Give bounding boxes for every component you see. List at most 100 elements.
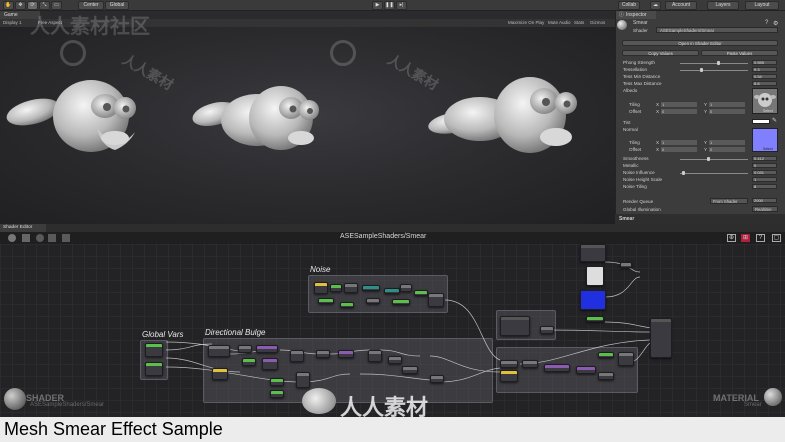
graph-node[interactable] [238, 345, 252, 353]
normal-tiling-x[interactable]: 1 [661, 140, 697, 145]
albedo-tiling-x[interactable]: 1 [661, 102, 697, 107]
help-icon[interactable]: ? [765, 20, 768, 26]
prop-value-0[interactable]: 0.555 [752, 60, 777, 65]
shader-dropdown[interactable]: ASESampleShaders/Smear [656, 27, 778, 33]
graph-node[interactable] [145, 362, 163, 376]
scale-tool-icon[interactable]: ⤡ [39, 1, 50, 10]
prop-value-3[interactable]: 8.8 [752, 81, 777, 86]
graph-node[interactable] [338, 350, 354, 358]
prop2-slider-0[interactable] [680, 159, 748, 160]
prop2-value-2[interactable]: 0.031 [752, 170, 777, 175]
account-dropdown[interactable]: Account [665, 1, 697, 10]
prop2-slider-2[interactable] [680, 173, 748, 174]
step-button[interactable]: ▸| [396, 1, 407, 10]
graph-node[interactable] [598, 372, 614, 380]
gizmos-dropdown[interactable]: Gizmos [590, 19, 605, 27]
graph-node[interactable] [650, 318, 672, 358]
normal-offset-x[interactable]: 0 [661, 147, 697, 152]
graph-node[interactable] [262, 358, 278, 370]
paste-values-button[interactable]: Paste Values [701, 50, 778, 56]
graph-node[interactable] [314, 282, 328, 294]
graph-node[interactable] [414, 290, 428, 296]
prop2-value-4[interactable]: 8 [752, 184, 777, 189]
graph-node[interactable] [242, 358, 256, 366]
graph-node[interactable] [270, 390, 284, 398]
eyedropper-icon[interactable]: ✎ [772, 117, 777, 124]
graph-node[interactable] [618, 352, 634, 366]
graph-node[interactable] [430, 375, 444, 383]
graph-node[interactable] [344, 283, 358, 293]
render-queue-dropdown[interactable]: From Shader [710, 198, 748, 204]
prop2-value-3[interactable]: 1 [752, 177, 777, 182]
graph-node[interactable] [586, 266, 604, 286]
pivot-center-toggle[interactable]: Center [78, 1, 104, 10]
graph-node[interactable] [540, 326, 554, 334]
graph-node[interactable] [580, 290, 606, 310]
graph-node[interactable] [208, 345, 230, 357]
albedo-tiling-y[interactable]: 1 [709, 102, 745, 107]
graph-node[interactable] [318, 298, 334, 304]
mute-audio-toggle[interactable]: Mute Audio [548, 19, 571, 27]
maximize-on-play-toggle[interactable]: Maximize On Play [508, 19, 544, 27]
rotate-tool-icon[interactable]: ⟳ [27, 1, 38, 10]
graph-node[interactable] [316, 350, 330, 358]
graph-node[interactable] [368, 350, 382, 362]
albedo-offset-y[interactable]: 0 [709, 109, 745, 114]
graph-node[interactable] [500, 360, 518, 368]
game-viewport[interactable] [0, 27, 615, 224]
normal-offset-y[interactable]: 0 [709, 147, 745, 152]
prop2-value-0[interactable]: 0.412 [752, 156, 777, 161]
material-preview-header[interactable]: Smear [615, 214, 785, 224]
graph-node[interactable] [145, 343, 163, 357]
prop-slider-knob-0[interactable] [716, 61, 720, 65]
move-tool-icon[interactable]: ✥ [15, 1, 26, 10]
pivot-global-toggle[interactable]: Global [105, 1, 129, 10]
render-queue-field[interactable]: 2000 [752, 198, 777, 203]
prop2-value-1[interactable]: 0 [752, 163, 777, 168]
pause-button[interactable]: ❚❚ [384, 1, 395, 10]
graph-node[interactable] [392, 299, 410, 305]
graph-node[interactable] [384, 288, 400, 294]
graph-node[interactable] [586, 316, 604, 322]
display-dropdown[interactable]: Display 1 [3, 19, 22, 27]
tab-shader-editor[interactable]: Shader Editor [0, 224, 46, 232]
graph-node[interactable] [330, 284, 342, 292]
play-button[interactable]: ▶ [372, 1, 383, 10]
graph-node[interactable] [400, 284, 412, 292]
graph-node[interactable] [366, 298, 380, 304]
rect-tool-icon[interactable]: ▭ [51, 1, 62, 10]
prop-slider-1[interactable] [680, 70, 748, 71]
settings-gear-icon[interactable]: ⚙ [773, 20, 778, 27]
graph-node[interactable] [402, 366, 418, 374]
layout-dropdown[interactable]: Layout [745, 1, 779, 10]
graph-node[interactable] [212, 368, 228, 380]
graph-node[interactable] [522, 360, 538, 368]
copy-values-button[interactable]: Copy Values [622, 50, 699, 56]
prop-value-1[interactable]: 9.3 [752, 67, 777, 72]
albedo-texture-slot[interactable]: Select [752, 88, 778, 114]
tint-color-swatch[interactable] [752, 119, 770, 124]
graph-node[interactable] [500, 370, 518, 382]
layers-dropdown[interactable]: Layers [707, 1, 739, 10]
graph-node[interactable] [428, 293, 444, 307]
graph-node[interactable] [620, 262, 632, 268]
open-shader-editor-button[interactable]: Open in Shader Editor [622, 40, 778, 46]
tab-inspector[interactable]: ⓘ Inspector [616, 11, 656, 19]
prop2-slider-knob-0[interactable] [707, 157, 711, 161]
graph-node[interactable] [500, 316, 530, 336]
graph-node[interactable] [270, 378, 284, 386]
graph-node[interactable] [388, 356, 402, 364]
graph-node[interactable] [598, 352, 614, 358]
graph-node[interactable] [256, 345, 278, 353]
graph-node[interactable] [296, 372, 310, 388]
graph-node[interactable] [544, 364, 570, 372]
graph-node[interactable] [576, 366, 596, 374]
graph-node[interactable] [580, 244, 606, 262]
normal-tiling-y[interactable]: 1 [709, 140, 745, 145]
prop-slider-0[interactable] [680, 63, 748, 64]
hand-tool-icon[interactable]: ✋ [3, 1, 14, 10]
stats-toggle[interactable]: Stats [574, 19, 584, 27]
prop-value-2[interactable]: 0.54 [752, 74, 777, 79]
prop2-slider-knob-2[interactable] [681, 171, 685, 175]
gi-dropdown[interactable]: Realtime [752, 206, 778, 212]
